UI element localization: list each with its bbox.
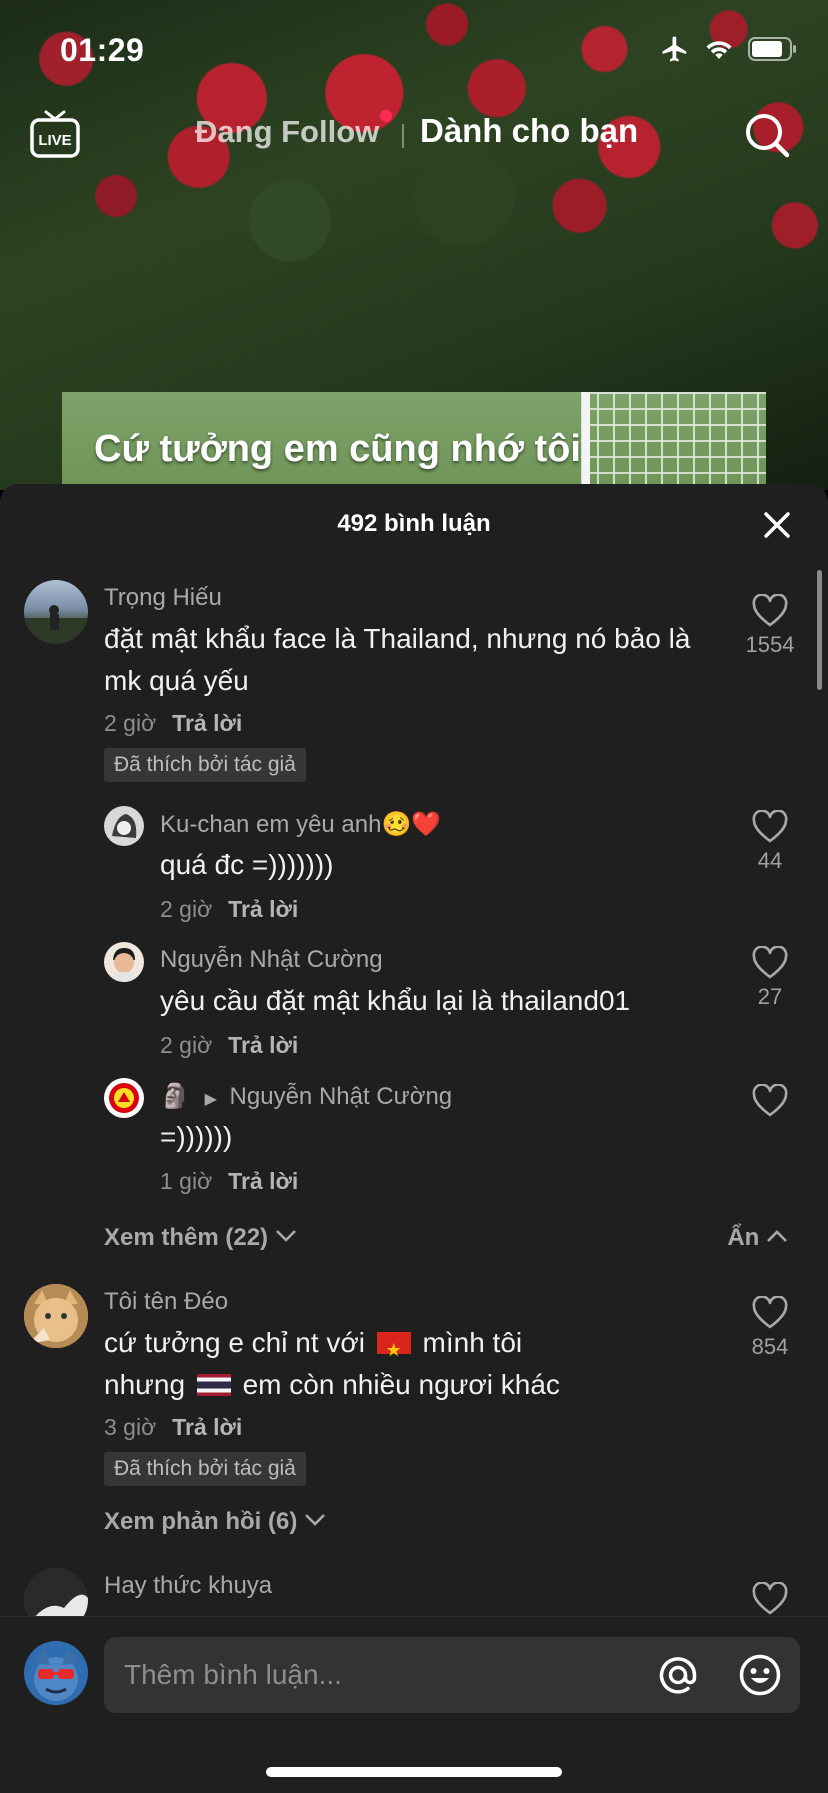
liked-by-author-badge: Đã thích bởi tác giả [104, 748, 306, 782]
at-sign-icon [659, 1657, 697, 1694]
liked-by-author-badge: Đã thích bởi tác giả [104, 1452, 306, 1486]
reply-author[interactable]: Ku-chan em yêu anh🥴❤️ [160, 810, 441, 839]
close-button[interactable] [762, 510, 792, 540]
like-button[interactable] [734, 1582, 806, 1616]
heart-icon [752, 946, 788, 979]
search-icon [746, 114, 790, 158]
hide-replies-button[interactable]: Ẩn [727, 1224, 788, 1252]
battery-icon [748, 37, 796, 61]
comment-input-bar [0, 1616, 828, 1793]
like-button[interactable]: 1554 [734, 594, 806, 658]
reply-author[interactable]: 🗿 ▶ Nguyễn Nhật Cường [160, 1082, 452, 1111]
reply-time: 1 giờ [160, 1168, 213, 1194]
reply-button[interactable]: Trả lời [228, 1032, 298, 1058]
tab-for-you[interactable]: Dành cho bạn [420, 112, 638, 150]
heart-icon [752, 594, 788, 627]
my-avatar[interactable] [24, 1641, 88, 1705]
comment-author[interactable]: Hay thức khuya [104, 1572, 272, 1600]
reply-text[interactable]: quá đc =))))))) [160, 844, 720, 886]
heart-icon [752, 1296, 788, 1329]
reply-text[interactable]: =)))))) [160, 1116, 720, 1158]
close-icon [764, 512, 790, 538]
like-count: 27 [757, 984, 783, 1009]
view-replies-label: Xem phản hồi (6) [104, 1508, 298, 1535]
reply-time: 2 giờ [160, 1032, 213, 1058]
reply-button[interactable]: Trả lời [228, 896, 298, 922]
like-button[interactable]: 44 [734, 810, 806, 874]
home-indicator[interactable] [266, 1767, 562, 1777]
reply-meta: 2 giờ Trả lời [160, 896, 298, 923]
comment-text-part: em còn nhiều ngươi khác [242, 1369, 560, 1400]
live-label: LIVE [38, 132, 71, 149]
following-notification-dot [380, 110, 392, 122]
emoji-button[interactable] [738, 1653, 782, 1697]
tab-divider [402, 124, 404, 148]
reply-button[interactable]: Trả lời [172, 710, 242, 736]
moai-emoji: 🗿 [160, 1083, 190, 1110]
comment-author[interactable]: Trọng Hiếu [104, 584, 222, 612]
comment-time: 2 giờ [104, 710, 157, 736]
chevron-down-icon [275, 1230, 296, 1242]
heart-icon [752, 1582, 788, 1615]
avatar[interactable] [104, 1078, 144, 1118]
top-nav: LIVE Đang Follow Dành cho bạn [0, 96, 828, 172]
avatar[interactable] [24, 580, 88, 644]
chevron-up-icon [767, 1230, 787, 1242]
like-count: 1554 [745, 632, 795, 657]
live-tv-icon: LIVE [30, 110, 80, 158]
chevron-down-icon [305, 1514, 325, 1526]
comments-sheet: 492 bình luận Trọng Hiếu đặt mật khẩu fa… [0, 484, 828, 1792]
view-more-replies-button[interactable]: Xem thêm (22) [104, 1224, 297, 1252]
status-icons [660, 34, 798, 64]
comment-time: 3 giờ [104, 1414, 157, 1440]
comment-meta: 3 giờ Trả lời [104, 1414, 242, 1441]
reply-author[interactable]: Nguyễn Nhật Cường [160, 946, 383, 974]
view-more-label: Xem thêm (22) [104, 1224, 269, 1251]
comment-text-part: cứ tưởng e chỉ nt với [104, 1327, 365, 1358]
video-caption-frame: Cứ tưởng em cũng nhớ tôi [62, 392, 766, 490]
reply-text[interactable]: yêu cầu đặt mật khẩu lại là thailand01 [160, 980, 720, 1022]
thailand-flag-icon [196, 1374, 231, 1396]
live-button[interactable]: LIVE [28, 108, 82, 162]
vietnam-flag-icon [376, 1329, 411, 1371]
search-button[interactable] [742, 110, 792, 160]
comments-count-title: 492 bình luận [337, 510, 491, 537]
goal-post-image [582, 392, 590, 490]
reply-button[interactable]: Trả lời [228, 1168, 298, 1194]
avatar[interactable] [104, 806, 144, 846]
avatar[interactable] [24, 1284, 88, 1348]
heart-icon [752, 810, 788, 843]
status-bar: 01:29 [0, 0, 828, 100]
like-button[interactable]: 854 [734, 1296, 806, 1360]
reply-to-arrow-icon: ▶ [204, 1091, 217, 1108]
comment-text[interactable]: đặt mật khẩu face là Thailand, nhưng nó … [104, 618, 724, 702]
mention-button[interactable] [656, 1653, 700, 1697]
scrollbar[interactable] [817, 570, 822, 690]
smiley-icon [739, 1654, 781, 1696]
airplane-icon [662, 36, 687, 62]
wifi-icon [706, 41, 732, 59]
view-replies-button[interactable]: Xem phản hồi (6) [104, 1508, 326, 1536]
video-caption-text: Cứ tưởng em cũng nhớ tôi [94, 428, 581, 470]
reply-time: 2 giờ [160, 896, 213, 922]
like-count: 44 [757, 848, 783, 873]
comment-text-part: mình tôi [422, 1327, 523, 1358]
status-time: 01:29 [60, 32, 145, 68]
tab-following[interactable]: Đang Follow [195, 114, 379, 150]
comment-text-part: nhưng [104, 1369, 186, 1400]
comment-meta: 2 giờ Trả lời [104, 710, 242, 737]
avatar[interactable] [104, 942, 144, 982]
reply-meta: 2 giờ Trả lời [160, 1032, 298, 1059]
comment-text[interactable]: cứ tưởng e chỉ nt với mình tôi nhưng em … [104, 1322, 724, 1406]
goal-net-image [581, 392, 766, 490]
hide-label: Ẩn [727, 1224, 760, 1251]
like-button[interactable] [734, 1084, 806, 1118]
like-button[interactable]: 27 [734, 946, 806, 1010]
reply-button[interactable]: Trả lời [172, 1414, 242, 1440]
reply-meta: 1 giờ Trả lời [160, 1168, 298, 1195]
comment-author[interactable]: Tôi tên Đéo [104, 1288, 228, 1316]
like-count: 854 [751, 1334, 789, 1359]
reply-to-name: Nguyễn Nhật Cường [229, 1083, 453, 1110]
heart-icon [752, 1084, 788, 1117]
